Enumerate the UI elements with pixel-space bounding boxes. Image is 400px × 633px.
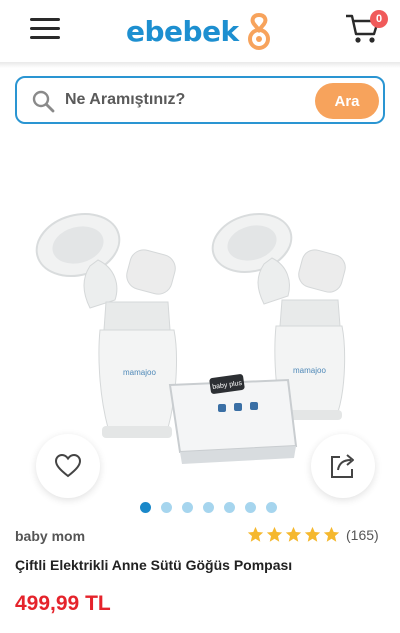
cart-button[interactable]: 0	[344, 10, 388, 48]
star-icon	[323, 526, 340, 542]
carousel-dot[interactable]	[203, 502, 214, 513]
product-brand[interactable]: baby mom	[15, 528, 85, 544]
star-icon	[304, 526, 321, 542]
header: ebebek 0	[0, 0, 400, 62]
carousel-dot[interactable]	[140, 502, 151, 513]
star-icon	[266, 526, 283, 542]
svg-text:mamajoo: mamajoo	[123, 368, 156, 377]
svg-text:mamajoo: mamajoo	[293, 366, 326, 375]
image-carousel-dots	[140, 502, 277, 514]
logo-mark-icon	[247, 12, 270, 50]
carousel-dot[interactable]	[245, 502, 256, 513]
bottle-label-left: mamajoo	[123, 368, 156, 377]
star-icon	[247, 526, 264, 542]
menu-icon[interactable]	[30, 16, 60, 42]
logo-text: ebebek	[126, 14, 239, 48]
search-input[interactable]	[65, 87, 305, 113]
left-pump	[35, 213, 177, 438]
logo[interactable]: ebebek	[126, 10, 296, 52]
product-rating[interactable]: (165)	[247, 526, 379, 543]
cart-count-badge: 0	[370, 10, 388, 28]
carousel-dot[interactable]	[224, 502, 235, 513]
search-bar: Ara	[15, 76, 385, 124]
carousel-dot[interactable]	[161, 502, 172, 513]
share-icon	[331, 454, 354, 478]
search-button[interactable]: Ara	[315, 83, 379, 119]
star-icon	[285, 526, 302, 542]
review-count[interactable]: (165)	[346, 527, 379, 543]
bottle-label-right: mamajoo	[293, 366, 326, 375]
share-button[interactable]	[311, 434, 375, 498]
product-title: Çiftli Elektrikli Anne Sütü Göğüs Pompas…	[15, 557, 293, 573]
favorite-button[interactable]	[36, 434, 100, 498]
search-icon	[32, 90, 55, 113]
heart-icon	[55, 454, 81, 478]
product-price: 499,99 TL	[15, 592, 111, 615]
carousel-dot[interactable]	[266, 502, 277, 513]
carousel-dot[interactable]	[182, 502, 193, 513]
header-shadow	[0, 62, 400, 68]
